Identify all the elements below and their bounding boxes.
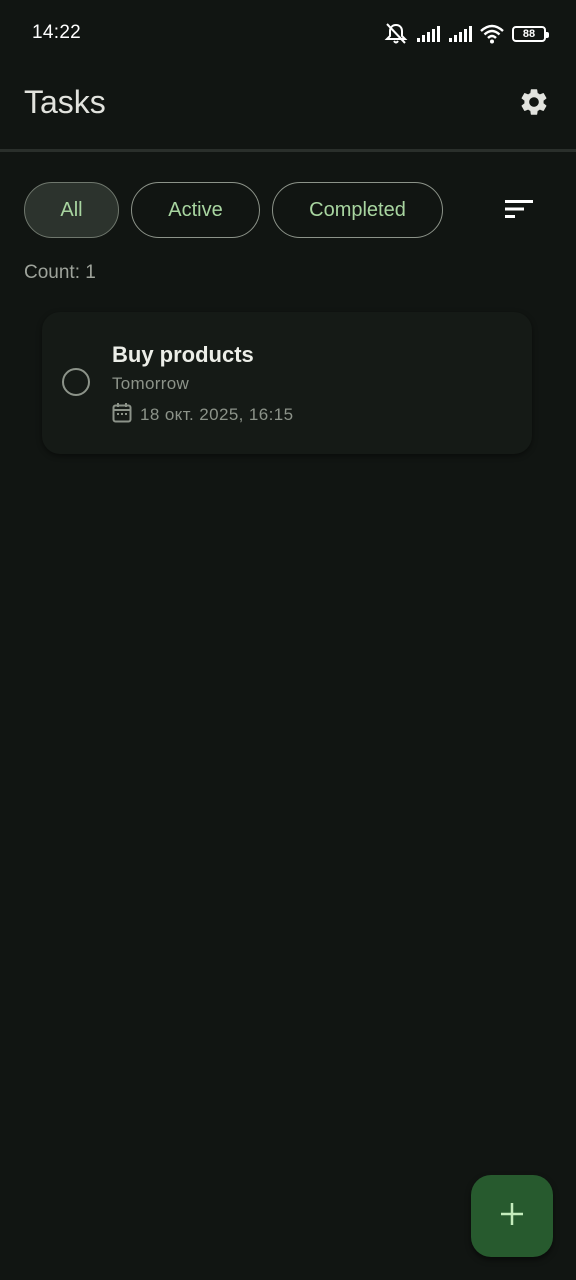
task-date-row: 18 окт. 2025, 16:15 bbox=[112, 402, 293, 428]
task-title: Buy products bbox=[112, 342, 254, 367]
sort-button[interactable] bbox=[504, 196, 534, 226]
signal-icon bbox=[416, 25, 440, 43]
signal-icon bbox=[448, 25, 472, 43]
battery-icon: 88 bbox=[512, 26, 549, 42]
settings-button[interactable] bbox=[514, 84, 554, 124]
status-icons: 88 bbox=[384, 22, 549, 46]
mute-icon bbox=[384, 23, 408, 45]
calendar-icon bbox=[112, 402, 132, 428]
page-title: Tasks bbox=[24, 84, 106, 120]
sort-icon bbox=[505, 199, 533, 224]
app-bar: Tasks bbox=[0, 70, 576, 150]
add-task-button[interactable] bbox=[471, 1175, 553, 1257]
task-count: Count: 1 bbox=[24, 262, 96, 283]
app-bar-divider bbox=[0, 149, 576, 152]
task-card[interactable]: Buy products Tomorrow 18 окт. 2025, 16:1… bbox=[42, 312, 532, 454]
wifi-icon bbox=[480, 24, 504, 44]
filter-chips: All Active Completed bbox=[24, 182, 443, 240]
task-subtitle: Tomorrow bbox=[112, 374, 190, 393]
filter-chip-active[interactable]: Active bbox=[131, 182, 260, 238]
tasks-screen: 14:22 88 Tasks All Active Completed Coun… bbox=[0, 0, 576, 1280]
plus-icon bbox=[500, 1202, 524, 1231]
filter-chip-all[interactable]: All bbox=[24, 182, 119, 238]
status-bar: 14:22 88 bbox=[0, 0, 576, 70]
status-time: 14:22 bbox=[32, 22, 82, 43]
task-complete-checkbox[interactable] bbox=[62, 368, 90, 396]
filter-chip-completed[interactable]: Completed bbox=[272, 182, 443, 238]
gear-icon bbox=[518, 86, 550, 123]
task-date: 18 окт. 2025, 16:15 bbox=[140, 405, 294, 424]
